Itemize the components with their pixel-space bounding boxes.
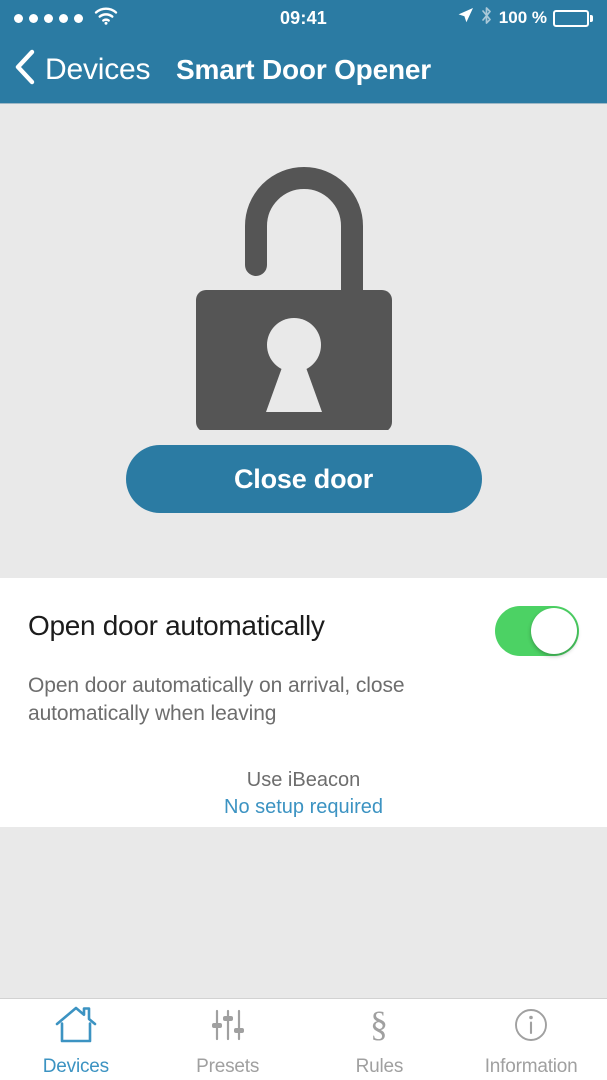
navigation-bar: Devices Smart Door Opener	[0, 36, 607, 104]
signal-strength-dots	[14, 13, 83, 23]
signal-dot	[74, 13, 83, 23]
location-arrow-icon	[457, 7, 474, 29]
tab-devices-label: Devices	[42, 1056, 109, 1077]
tab-rules-label: Rules	[355, 1056, 404, 1077]
status-bar: 09:41 100 %	[0, 0, 607, 36]
svg-text:§: §	[370, 1005, 388, 1044]
house-icon	[54, 1005, 98, 1050]
app-screen: 09:41 100 % Devices Smart Door Opener Cl…	[0, 0, 607, 1080]
ibeacon-label: Use iBeacon	[246, 769, 361, 792]
status-bar-right: 100 %	[457, 6, 593, 30]
tab-information-label: Information	[484, 1056, 578, 1077]
device-hero-section: Close door	[0, 104, 607, 578]
tab-rules[interactable]: § Rules	[304, 999, 456, 1080]
auto-open-settings-card: Open door automatically Open door automa…	[0, 578, 607, 827]
info-circle-icon	[509, 1005, 553, 1050]
signal-dot	[29, 13, 38, 23]
auto-open-title: Open door automatically	[28, 610, 325, 641]
bottom-tab-bar: Devices Presets § Rules Information	[0, 998, 607, 1080]
tab-presets-label: Presets	[196, 1056, 260, 1077]
battery-icon	[553, 9, 593, 27]
chevron-left-icon	[14, 49, 36, 90]
status-bar-left	[14, 7, 118, 30]
wifi-icon	[94, 7, 118, 30]
open-padlock-icon	[194, 140, 414, 435]
tab-presets[interactable]: Presets	[152, 999, 304, 1080]
tab-devices[interactable]: Devices	[0, 999, 152, 1080]
sliders-icon	[206, 1005, 250, 1050]
section-sign-icon: §	[357, 1004, 401, 1050]
ibeacon-block: Use iBeacon No setup required	[28, 767, 579, 821]
auto-open-description: Open door automatically on arrival, clos…	[28, 674, 405, 725]
ibeacon-setup-link[interactable]: No setup required	[28, 794, 579, 821]
empty-space	[0, 827, 607, 998]
back-button-label: Devices	[45, 52, 151, 86]
signal-dot	[14, 13, 23, 23]
battery-percent-label: 100 %	[498, 8, 547, 27]
bluetooth-icon	[480, 6, 493, 30]
close-door-button[interactable]: Close door	[125, 445, 482, 513]
toggle-knob	[531, 608, 577, 654]
back-button[interactable]: Devices	[14, 49, 151, 90]
signal-dot	[44, 13, 53, 23]
tab-information[interactable]: Information	[455, 999, 607, 1080]
signal-dot	[59, 13, 68, 23]
auto-open-toggle[interactable]	[495, 606, 579, 656]
auto-open-setting-row: Open door automatically	[28, 602, 579, 656]
